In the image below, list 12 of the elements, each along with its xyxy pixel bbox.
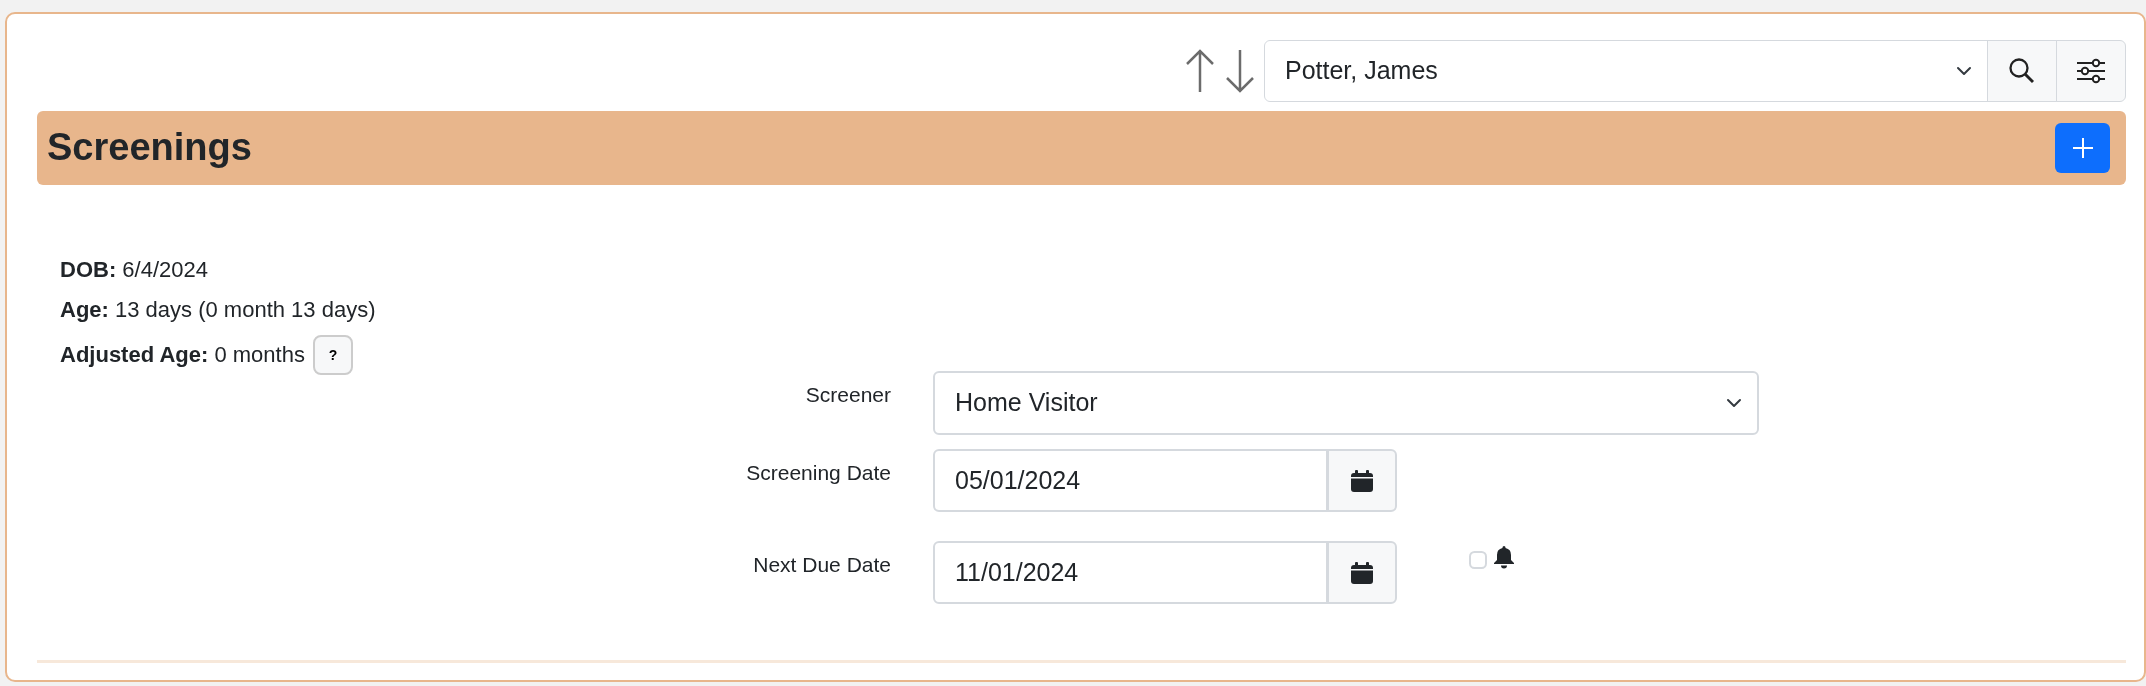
date-field[interactable]: 11/01/2024 xyxy=(933,541,1328,604)
field-label: Next Due Date xyxy=(752,552,891,578)
screener-select[interactable]: Home Visitor xyxy=(933,371,1759,435)
info-line: Adjusted Age: 0 months xyxy=(60,341,305,369)
info-line: Age: 13 days (0 month 13 days) xyxy=(60,296,377,324)
help-button[interactable]: ? xyxy=(312,335,353,375)
field-label: Screening Date xyxy=(745,460,891,486)
field-label: Screener xyxy=(804,382,891,408)
info-line: DOB: 6/4/2024 xyxy=(60,256,209,284)
section-title: Screenings xyxy=(47,125,252,171)
client-select[interactable]: Potter, James xyxy=(1264,40,1988,102)
date-field[interactable]: 05/01/2024 xyxy=(933,449,1328,512)
